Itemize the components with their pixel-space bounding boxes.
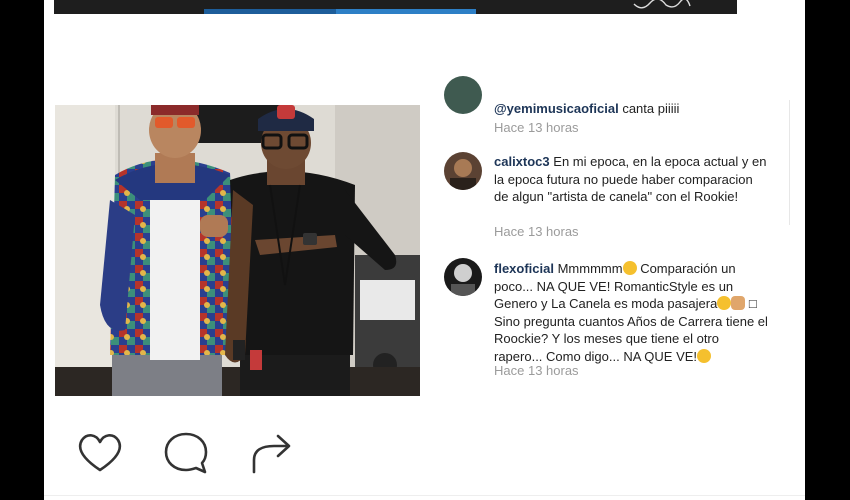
comment-timestamp: Hace 13 horas (494, 224, 579, 239)
avatar[interactable] (444, 152, 482, 190)
scroll-divider (789, 100, 790, 225)
comment-body-part: Mmmmmm (557, 261, 623, 276)
avatar[interactable] (444, 258, 482, 296)
smirk-emoji-icon (622, 261, 637, 275)
avatar[interactable] (444, 76, 482, 114)
wink-emoji-icon (717, 296, 732, 310)
comment-bubble-icon (164, 432, 208, 474)
divider (44, 495, 805, 496)
strip-color-band (336, 9, 476, 14)
comment-text: flexoficial Mmmmmm Comparación un poco..… (494, 260, 769, 365)
heart-icon (78, 434, 122, 472)
comment-text: calixtoc3 En mi epoca, en la epoca actua… (494, 153, 769, 206)
comment-timestamp: Hace 13 horas (494, 363, 579, 378)
instagram-post-screenshot: @yemimusicaoficial canta piiiii Hace 13 … (44, 0, 805, 500)
signature-scribble (633, 0, 691, 9)
comment-text: @yemimusicaoficial canta piiiii (494, 100, 769, 118)
comment-item: flexoficial Mmmmmm Comparación un poco..… (444, 258, 784, 383)
previous-post-image-strip (54, 0, 737, 14)
strip-color-band (204, 9, 336, 14)
comment-item: @yemimusicaoficial canta piiiii Hace 13 … (444, 76, 784, 138)
like-button[interactable] (74, 428, 126, 478)
comment-item: calixtoc3 En mi epoca, en la epoca actua… (444, 150, 784, 245)
comment-timestamp: Hace 13 horas (494, 120, 579, 135)
comment-button[interactable] (160, 428, 212, 478)
comment-username[interactable]: @yemimusicaoficial (494, 101, 619, 116)
ok-hand-emoji-icon (731, 296, 746, 310)
wink-emoji-icon (697, 348, 712, 363)
comment-username[interactable]: flexoficial (494, 261, 554, 276)
post-photo[interactable] (55, 105, 420, 396)
share-button[interactable] (246, 428, 298, 478)
post-action-bar (74, 428, 314, 478)
comment-body: canta piiiii (622, 101, 680, 116)
share-arrow-icon (252, 434, 291, 474)
comment-username[interactable]: calixtoc3 (494, 154, 550, 169)
